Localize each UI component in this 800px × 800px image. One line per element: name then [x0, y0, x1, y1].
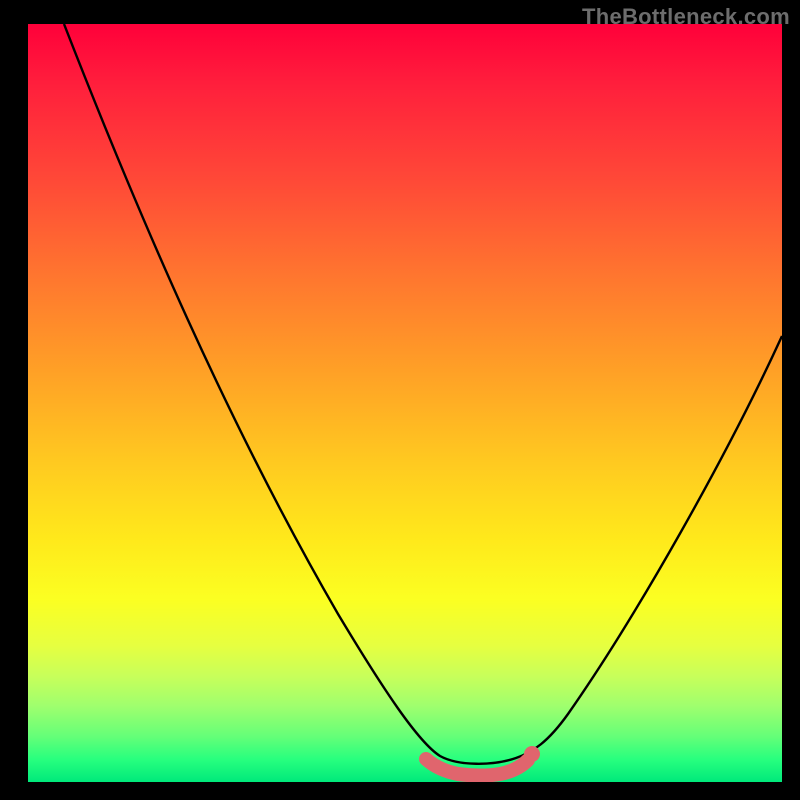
- curve-path: [64, 24, 782, 764]
- optimal-band-path: [426, 759, 528, 776]
- bottleneck-curve: [28, 24, 782, 782]
- watermark: TheBottleneck.com: [582, 4, 790, 30]
- chart-frame: TheBottleneck.com: [0, 0, 800, 800]
- optimal-band-endpoint-icon: [524, 746, 540, 762]
